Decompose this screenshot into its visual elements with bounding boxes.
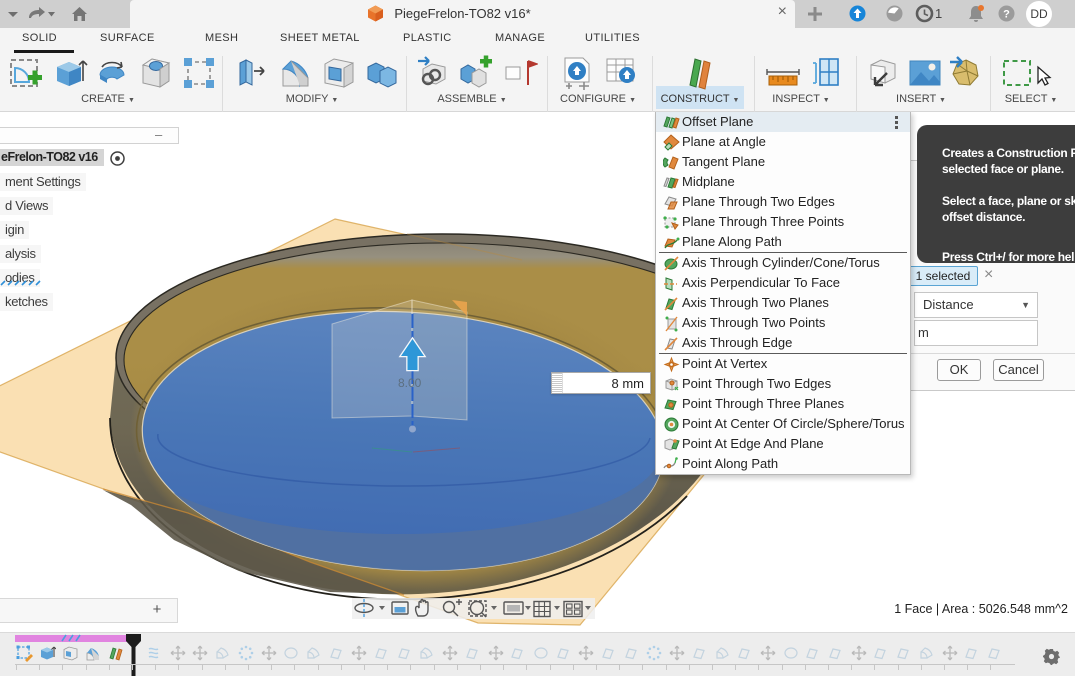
- svg-text:8.00: 8.00: [398, 376, 422, 390]
- svg-text:?: ?: [1003, 9, 1010, 21]
